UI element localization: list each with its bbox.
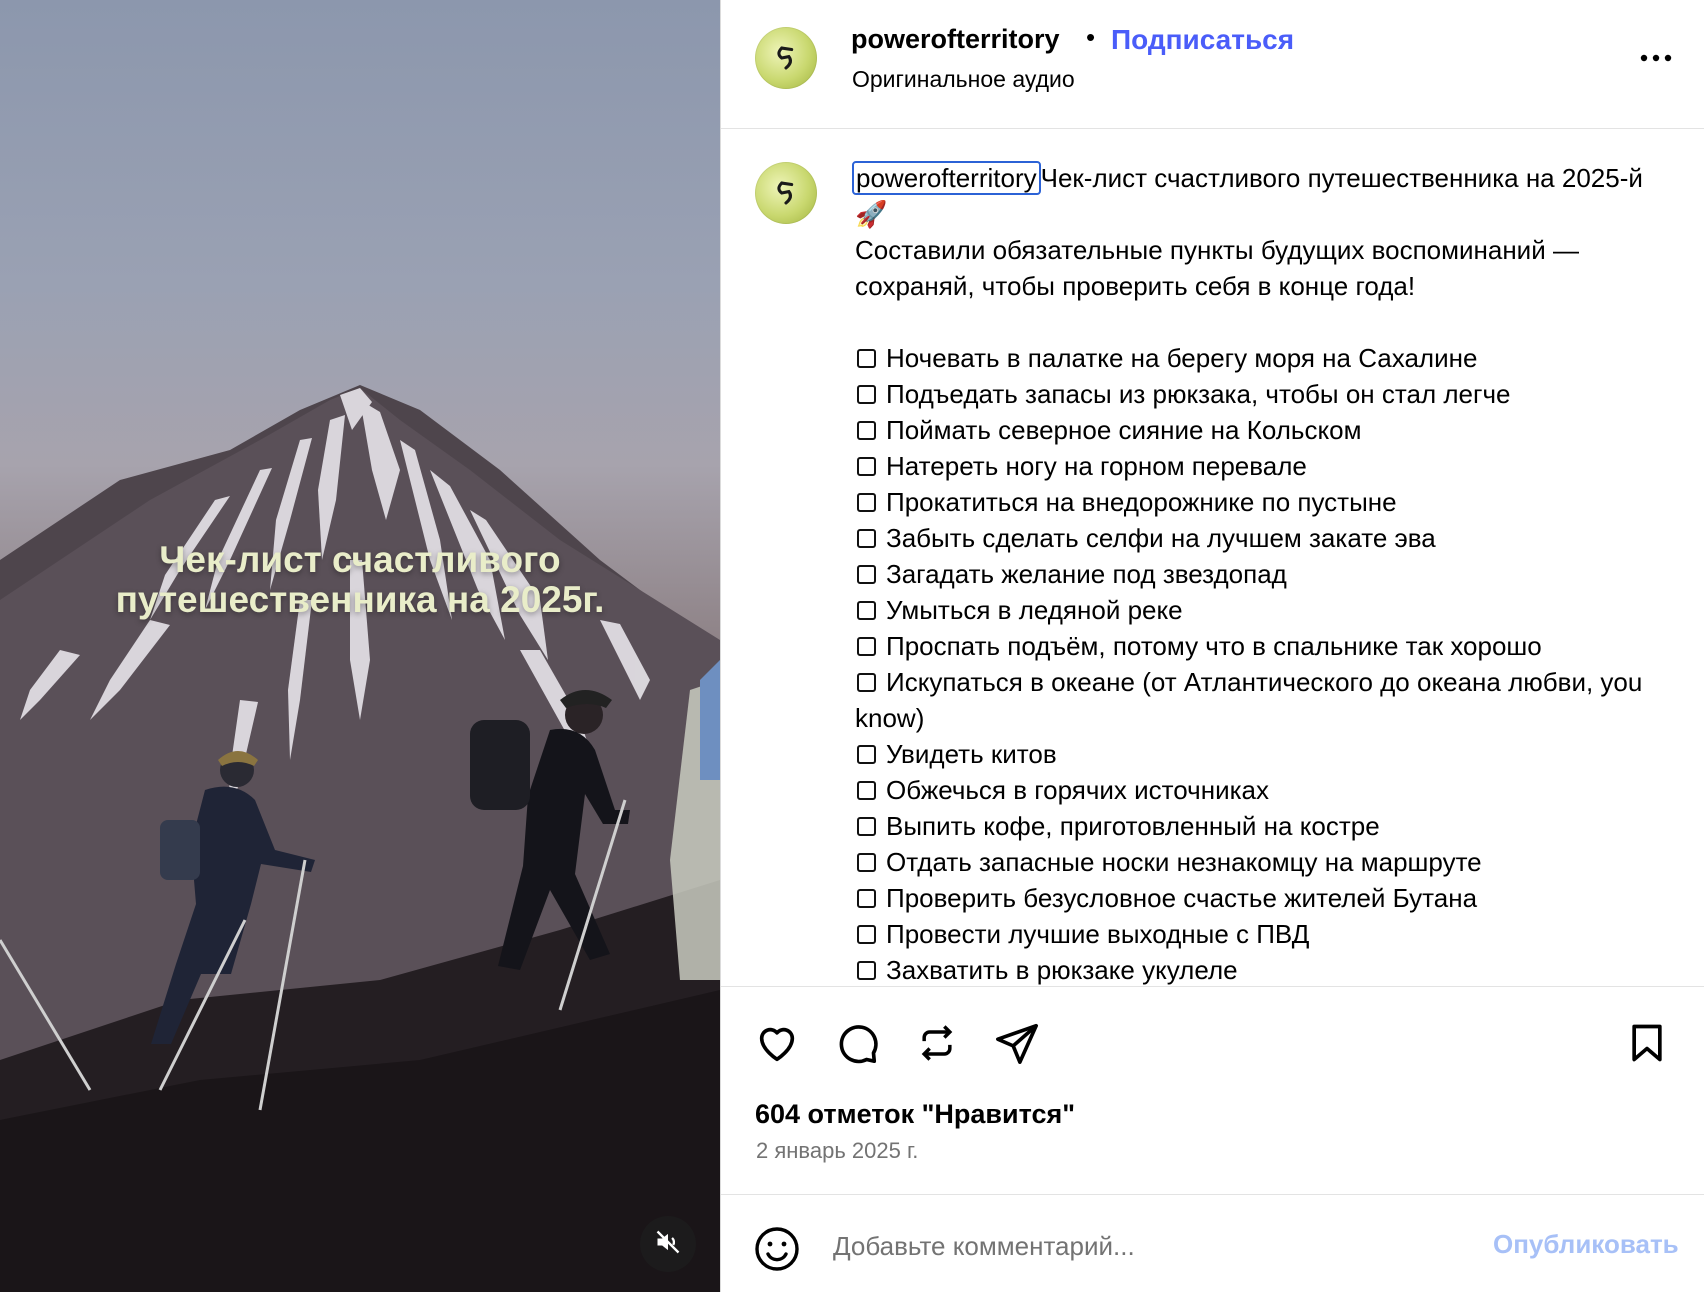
overlay-title-line-1: Чек-лист счастливого bbox=[159, 539, 561, 580]
checklist-item: Поймать северное сияние на Кольском bbox=[855, 412, 1655, 448]
checklist-item: Загадать желание под звездопад bbox=[855, 556, 1655, 592]
overlay-title-line-2: путешественника на 2025г. bbox=[115, 579, 605, 620]
more-options-button[interactable] bbox=[1631, 38, 1681, 78]
post-header: powerofterritory • Подписаться Оригиналь… bbox=[721, 0, 1704, 129]
brand-logo-icon bbox=[777, 181, 794, 205]
checkbox-icon bbox=[857, 601, 876, 620]
repost-button[interactable] bbox=[911, 1017, 963, 1069]
brand-logo-icon bbox=[777, 46, 794, 70]
speaker-muted-icon bbox=[654, 1228, 682, 1261]
caption-intro: Составили обязательные пункты будущих во… bbox=[855, 235, 1587, 301]
checklist-item: Захватить в рюкзаке укулеле bbox=[855, 952, 1655, 985]
bookmark-icon bbox=[1632, 1024, 1662, 1062]
checkbox-icon bbox=[857, 529, 876, 548]
checkbox-icon bbox=[857, 853, 876, 872]
original-audio-link[interactable]: Оригинальное аудио bbox=[852, 66, 1075, 93]
heart-icon bbox=[759, 1027, 795, 1062]
checklist-item: Ночевать в палатке на берегу моря на Сах… bbox=[855, 340, 1655, 376]
checkbox-icon bbox=[857, 889, 876, 908]
author-username-link[interactable]: powerofterritory bbox=[851, 24, 1060, 55]
comment-button[interactable] bbox=[831, 1017, 883, 1069]
checklist-item: Искупаться в океане (от Атлантического д… bbox=[855, 667, 1650, 733]
checkbox-icon bbox=[857, 349, 876, 368]
checklist-item: Умыться в ледяной реке bbox=[855, 592, 1655, 628]
emoji-icon bbox=[755, 1227, 799, 1271]
checkbox-icon bbox=[857, 673, 876, 692]
checklist-item: Увидеть китов bbox=[855, 736, 1655, 772]
repost-icon bbox=[921, 1025, 953, 1061]
checklist-item: Натереть ногу на горном перевале bbox=[855, 448, 1655, 484]
checklist-item: Провести лучшие выходные с ПВД bbox=[855, 916, 1655, 952]
checklist-item: Отдать запасные носки незнакомцу на марш… bbox=[855, 844, 1655, 880]
checklist-item: Подъедать запасы из рюкзака, чтобы он ст… bbox=[855, 376, 1655, 412]
checkbox-icon bbox=[857, 637, 876, 656]
checklist-item: Выпить кофе, приготовленный на костре bbox=[855, 808, 1655, 844]
video-overlay-title: Чек-лист счастливого путешественника на … bbox=[40, 540, 680, 620]
checklist-item: Забыть сделать селфи на лучшем закате эв… bbox=[855, 520, 1655, 556]
mute-toggle-button[interactable] bbox=[640, 1216, 696, 1272]
post-actions-bar: 604 отметок "Нравится" 2 январь 2025 г. bbox=[721, 986, 1704, 1196]
author-avatar[interactable] bbox=[755, 27, 817, 89]
comment-bar: Опубликовать bbox=[721, 1194, 1704, 1292]
header-separator: • bbox=[1086, 22, 1096, 52]
checklist-item: Проспать подъём, потому что в спальнике … bbox=[855, 628, 1655, 664]
more-horizontal-icon bbox=[1640, 54, 1672, 62]
likes-count[interactable]: 604 отметок "Нравится" bbox=[755, 1099, 1075, 1130]
checkbox-icon bbox=[857, 745, 876, 764]
checkbox-icon bbox=[857, 385, 876, 404]
caption-text: powerofterritory Чек-лист счастливого пут… bbox=[852, 160, 1655, 985]
checklist: Ночевать в палатке на берегу моря на Сах… bbox=[855, 340, 1655, 985]
comment-icon bbox=[839, 1025, 878, 1064]
send-icon bbox=[996, 1023, 1038, 1064]
checkbox-icon bbox=[857, 781, 876, 800]
emoji-picker-button[interactable] bbox=[751, 1223, 803, 1275]
post-side-panel: powerofterritory • Подписаться Оригиналь… bbox=[720, 0, 1704, 1292]
publish-comment-button[interactable]: Опубликовать bbox=[1493, 1229, 1679, 1260]
reel-video[interactable]: Чек-лист счастливого путешественника на … bbox=[0, 0, 720, 1292]
checkbox-icon bbox=[857, 817, 876, 836]
like-button[interactable] bbox=[751, 1017, 803, 1069]
save-button[interactable] bbox=[1621, 1017, 1673, 1069]
comment-input[interactable] bbox=[833, 1223, 1433, 1269]
follow-button[interactable]: Подписаться bbox=[1111, 24, 1294, 56]
caption-author-avatar[interactable] bbox=[755, 162, 817, 224]
checkbox-icon bbox=[857, 565, 876, 584]
checklist-item: Прокатиться на внедорожнике по пустыне bbox=[855, 484, 1655, 520]
checkbox-icon bbox=[857, 925, 876, 944]
post-date[interactable]: 2 январь 2025 г. bbox=[756, 1138, 918, 1164]
checkbox-icon bbox=[857, 961, 876, 980]
share-button[interactable] bbox=[991, 1017, 1043, 1069]
checkbox-icon bbox=[857, 457, 876, 476]
checkbox-icon bbox=[857, 493, 876, 512]
caption-section: powerofterritory Чек-лист счастливого пут… bbox=[721, 130, 1704, 985]
mountain-scene-image bbox=[0, 385, 720, 1292]
checklist-item: Обжечься в горячих источниках bbox=[855, 772, 1655, 808]
checklist-item: Проверить безусловное счастье жителей Бу… bbox=[855, 880, 1655, 916]
caption-username-link[interactable]: powerofterritory bbox=[852, 161, 1041, 195]
checkbox-icon bbox=[857, 421, 876, 440]
